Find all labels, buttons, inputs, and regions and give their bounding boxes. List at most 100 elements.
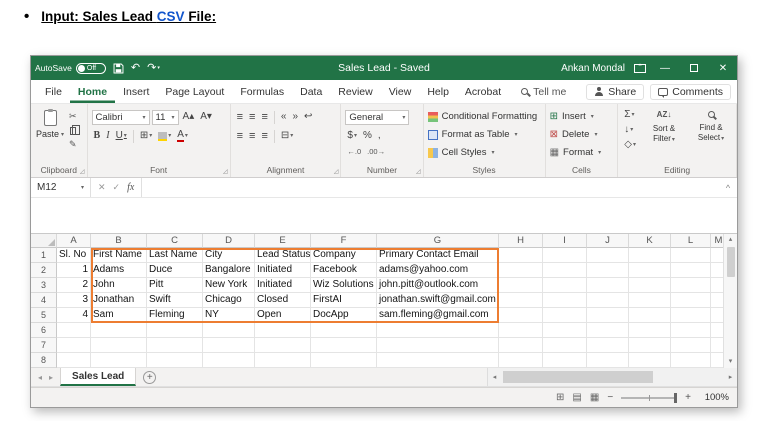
cell-C1[interactable]: Last Name xyxy=(147,248,203,263)
cell-A4[interactable]: 3 xyxy=(57,293,91,308)
zoom-out-icon[interactable]: − xyxy=(607,392,613,403)
alignment-dialog-launcher-icon[interactable]: ◿ xyxy=(334,168,339,175)
cell-G1[interactable]: Primary Contact Email xyxy=(377,248,499,263)
cell-L6[interactable] xyxy=(671,323,711,338)
cell-M8[interactable] xyxy=(711,353,723,368)
enter-icon[interactable]: ✓ xyxy=(113,182,121,193)
menu-tab-page-layout[interactable]: Page Layout xyxy=(157,80,232,103)
cell-H3[interactable] xyxy=(499,278,543,293)
cell-B2[interactable]: Adams xyxy=(91,263,147,278)
cell-F1[interactable]: Company xyxy=(311,248,377,263)
row-header-6[interactable]: 6 xyxy=(31,323,57,338)
sheet-tab-sales-lead[interactable]: Sales Lead xyxy=(60,368,136,386)
autosum-icon[interactable]: Σ▾ xyxy=(622,107,638,122)
cell-E8[interactable] xyxy=(255,353,311,368)
sort-filter-button[interactable]: AZ↓ Sort & Filter▾ xyxy=(643,107,685,164)
cell-K3[interactable] xyxy=(629,278,671,293)
cell-E7[interactable] xyxy=(255,338,311,353)
cell-M5[interactable] xyxy=(711,308,723,323)
cell-K6[interactable] xyxy=(629,323,671,338)
cell-E2[interactable]: Initiated xyxy=(255,263,311,278)
sheet-nav-left-icon[interactable]: ◂ xyxy=(38,373,42,382)
cell-D3[interactable]: New York xyxy=(203,278,255,293)
column-header-J[interactable]: J xyxy=(587,234,629,248)
cell-K1[interactable] xyxy=(629,248,671,263)
column-header-E[interactable]: E xyxy=(255,234,311,248)
font-dialog-launcher-icon[interactable]: ◿ xyxy=(223,168,228,175)
insert-cells-button[interactable]: ⊞ Insert ▾ xyxy=(550,108,614,125)
row-header-2[interactable]: 2 xyxy=(31,263,57,278)
cell-styles-button[interactable]: Cell Styles ▾ xyxy=(428,144,541,161)
cell-M3[interactable] xyxy=(711,278,723,293)
cell-I2[interactable] xyxy=(543,263,587,278)
scroll-up-icon[interactable]: ▴ xyxy=(729,234,733,246)
close-button[interactable]: ✕ xyxy=(713,56,733,80)
cell-E3[interactable]: Initiated xyxy=(255,278,311,293)
format-cells-button[interactable]: ▦ Format ▾ xyxy=(550,144,614,161)
align-bottom-icon[interactable]: ≡ xyxy=(259,112,269,123)
page-break-view-icon[interactable]: ▦ xyxy=(590,392,599,403)
cell-A5[interactable]: 4 xyxy=(57,308,91,323)
row-header-7[interactable]: 7 xyxy=(31,338,57,353)
select-all-button[interactable] xyxy=(31,234,57,248)
cell-K4[interactable] xyxy=(629,293,671,308)
fill-down-icon[interactable]: ↓▾ xyxy=(622,122,638,137)
page-layout-view-icon[interactable]: ▤ xyxy=(572,392,581,403)
name-box[interactable]: M12▾ xyxy=(31,178,91,197)
decrease-decimal-icon[interactable]: .00→ xyxy=(365,148,387,156)
increase-indent-icon[interactable]: » xyxy=(290,112,300,122)
conditional-formatting-button[interactable]: Conditional Formatting ▾ xyxy=(428,108,541,125)
percent-style-icon[interactable]: % xyxy=(361,131,374,141)
cell-A8[interactable] xyxy=(57,353,91,368)
row-header-4[interactable]: 4 xyxy=(31,293,57,308)
cell-F4[interactable]: FirstAI xyxy=(311,293,377,308)
cell-B3[interactable]: John xyxy=(91,278,147,293)
cell-E4[interactable]: Closed xyxy=(255,293,311,308)
cell-F7[interactable] xyxy=(311,338,377,353)
font-name-combo[interactable]: Calibri▾ xyxy=(92,110,150,125)
cell-J1[interactable] xyxy=(587,248,629,263)
vscroll-thumb[interactable] xyxy=(727,247,735,277)
italic-button[interactable]: I xyxy=(104,131,111,141)
save-icon[interactable] xyxy=(113,63,124,74)
increase-font-size-icon[interactable]: A▴ xyxy=(181,112,197,122)
cell-J2[interactable] xyxy=(587,263,629,278)
cell-H4[interactable] xyxy=(499,293,543,308)
cell-I6[interactable] xyxy=(543,323,587,338)
cell-E1[interactable]: Lead Status xyxy=(255,248,311,263)
cell-D4[interactable]: Chicago xyxy=(203,293,255,308)
cell-L4[interactable] xyxy=(671,293,711,308)
zoom-level[interactable]: 100% xyxy=(699,392,729,403)
cell-H7[interactable] xyxy=(499,338,543,353)
align-center-icon[interactable]: ≡ xyxy=(247,131,257,142)
cell-K8[interactable] xyxy=(629,353,671,368)
cell-A2[interactable]: 1 xyxy=(57,263,91,278)
cell-G8[interactable] xyxy=(377,353,499,368)
column-header-A[interactable]: A xyxy=(57,234,91,248)
cut-icon[interactable]: ✂ xyxy=(69,110,77,123)
bold-button[interactable]: B xyxy=(92,131,103,141)
hscroll-track[interactable] xyxy=(501,368,724,386)
normal-view-icon[interactable]: ⊞ xyxy=(556,392,564,403)
cell-L7[interactable] xyxy=(671,338,711,353)
maximize-button[interactable] xyxy=(684,56,704,80)
column-header-C[interactable]: C xyxy=(147,234,203,248)
cell-H6[interactable] xyxy=(499,323,543,338)
cell-M1[interactable] xyxy=(711,248,723,263)
cell-H1[interactable] xyxy=(499,248,543,263)
column-header-G[interactable]: G xyxy=(377,234,499,248)
cell-I1[interactable] xyxy=(543,248,587,263)
scroll-down-icon[interactable]: ▾ xyxy=(729,356,733,368)
font-size-combo[interactable]: 11▾ xyxy=(152,110,179,125)
clipboard-dialog-launcher-icon[interactable]: ◿ xyxy=(80,168,85,175)
cell-C8[interactable] xyxy=(147,353,203,368)
cell-D2[interactable]: Bangalore xyxy=(203,263,255,278)
paste-button[interactable]: Paste▾ xyxy=(35,107,65,164)
cell-D6[interactable] xyxy=(203,323,255,338)
cell-F2[interactable]: Facebook xyxy=(311,263,377,278)
cell-H2[interactable] xyxy=(499,263,543,278)
number-format-combo[interactable]: General▾ xyxy=(345,110,409,125)
cell-G4[interactable]: jonathan.swift@gmail.com xyxy=(377,293,499,308)
menu-tab-help[interactable]: Help xyxy=(419,80,457,103)
align-left-icon[interactable]: ≡ xyxy=(235,131,245,142)
